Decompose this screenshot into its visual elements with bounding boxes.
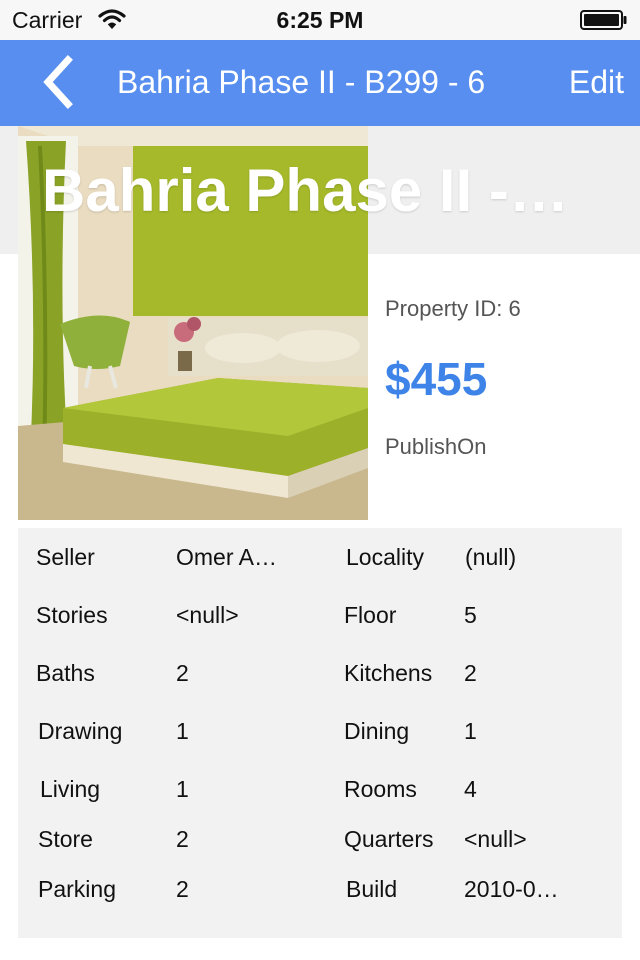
detail-label-living: Living — [40, 776, 101, 802]
clock: 6:25 PM — [276, 7, 364, 33]
detail-label-baths: Baths — [36, 660, 95, 686]
detail-value-build: 2010-0… — [464, 876, 559, 902]
status-bar: Carrier 6:25 PM — [0, 0, 640, 40]
detail-value-floor: 5 — [464, 602, 477, 628]
edit-button[interactable]: Edit — [569, 64, 624, 101]
detail-value-stories: <null> — [176, 602, 239, 628]
detail-label-build: Build — [346, 876, 398, 902]
detail-label-rooms: Rooms — [344, 776, 417, 802]
price: $455 — [385, 353, 488, 405]
detail-label-seller: Seller — [36, 544, 95, 570]
detail-value-rooms: 4 — [464, 776, 477, 802]
details-panel: Seller Omer A… Locality (null) Stories <… — [18, 528, 622, 938]
property-header: Bahria Phase II -… Property ID: 6 $455 P… — [0, 126, 640, 520]
property-id: Property ID: 6 — [385, 296, 521, 321]
detail-label-store: Store — [38, 826, 93, 852]
detail-label-stories: Stories — [36, 602, 108, 628]
navigation-bar: Bahria Phase II - B299 - 6 Edit — [0, 40, 640, 126]
detail-value-seller: Omer A… — [176, 544, 277, 570]
detail-label-locality: Locality — [346, 544, 424, 570]
detail-label-dining: Dining — [344, 718, 410, 744]
detail-label-drawing: Drawing — [38, 718, 123, 744]
detail-label-parking: Parking — [38, 876, 116, 902]
nav-title: Bahria Phase II - B299 - 6 — [117, 64, 486, 100]
detail-label-kitchens: Kitchens — [344, 660, 433, 686]
property-title: Bahria Phase II -… — [42, 157, 569, 224]
detail-label-floor: Floor — [344, 602, 397, 628]
detail-value-dining: 1 — [464, 718, 477, 744]
detail-value-baths: 2 — [176, 660, 189, 686]
chevron-left-icon — [43, 55, 73, 109]
detail-value-kitchens: 2 — [464, 660, 477, 686]
battery-icon — [580, 10, 628, 30]
detail-value-drawing: 1 — [176, 718, 189, 744]
detail-label-quarters: Quarters — [344, 826, 434, 852]
detail-value-living: 1 — [176, 776, 189, 802]
detail-value-quarters: <null> — [464, 826, 527, 852]
detail-value-parking: 2 — [176, 876, 189, 902]
back-button[interactable] — [34, 54, 90, 110]
detail-value-store: 2 — [176, 826, 189, 852]
publish-on: PublishOn — [385, 434, 487, 459]
detail-value-locality: (null) — [465, 544, 517, 570]
